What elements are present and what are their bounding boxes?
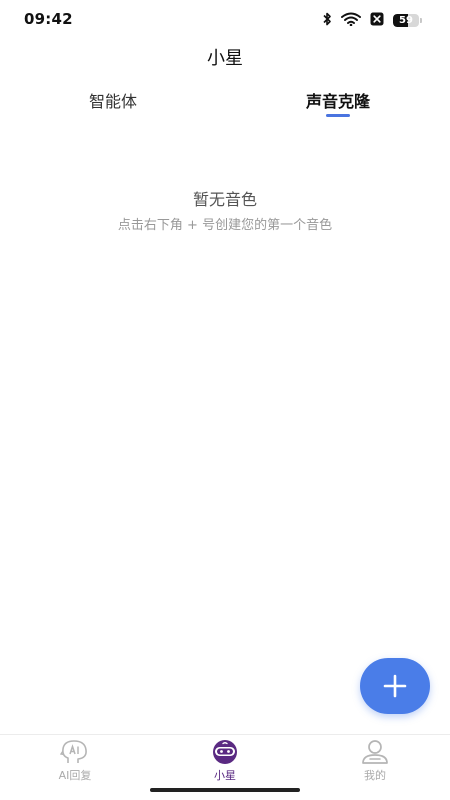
battery-tip — [420, 18, 422, 23]
nav-label-xiaoxing: 小星 — [214, 769, 236, 782]
sim-blocked-icon — [370, 11, 384, 30]
nav-item-ai-reply[interactable]: AI回复 — [30, 739, 120, 787]
nav-label-mine: 我的 — [364, 769, 386, 782]
battery-icon: 59 — [393, 14, 422, 27]
battery-body: 59 — [393, 14, 419, 27]
wifi-icon — [341, 11, 361, 30]
tab-agent[interactable]: 智能体 — [53, 88, 173, 112]
bluetooth-icon — [322, 11, 332, 30]
add-voice-button[interactable] — [360, 658, 430, 714]
empty-state-title: 暂无音色 — [192, 190, 257, 209]
nav-item-mine[interactable]: 我的 — [330, 739, 420, 787]
ai-head-icon — [30, 739, 120, 765]
status-icons: 59 — [322, 11, 422, 30]
plus-icon — [360, 674, 430, 698]
tab-bar: 智能体 声音克隆 — [0, 88, 450, 124]
tab-voice-clone[interactable]: 声音克隆 — [278, 88, 398, 112]
home-indicator[interactable] — [150, 788, 300, 792]
app-screen: 09:42 59 小星 智能体 声音克隆 暂无音色 点击右下角 + 号创建您的第… — [0, 0, 450, 800]
page-title: 小星 — [207, 48, 243, 69]
active-tab-indicator — [326, 114, 350, 117]
status-bar: 09:42 59 — [0, 0, 450, 38]
person-icon — [330, 739, 420, 765]
status-time: 09:42 — [24, 10, 73, 28]
battery-level: 59 — [399, 15, 413, 26]
robot-icon — [180, 739, 270, 765]
nav-item-xiaoxing[interactable]: 小星 — [180, 739, 270, 787]
empty-state-hint: 点击右下角 + 号创建您的第一个音色 — [117, 218, 333, 233]
nav-label-ai-reply: AI回复 — [58, 769, 92, 782]
